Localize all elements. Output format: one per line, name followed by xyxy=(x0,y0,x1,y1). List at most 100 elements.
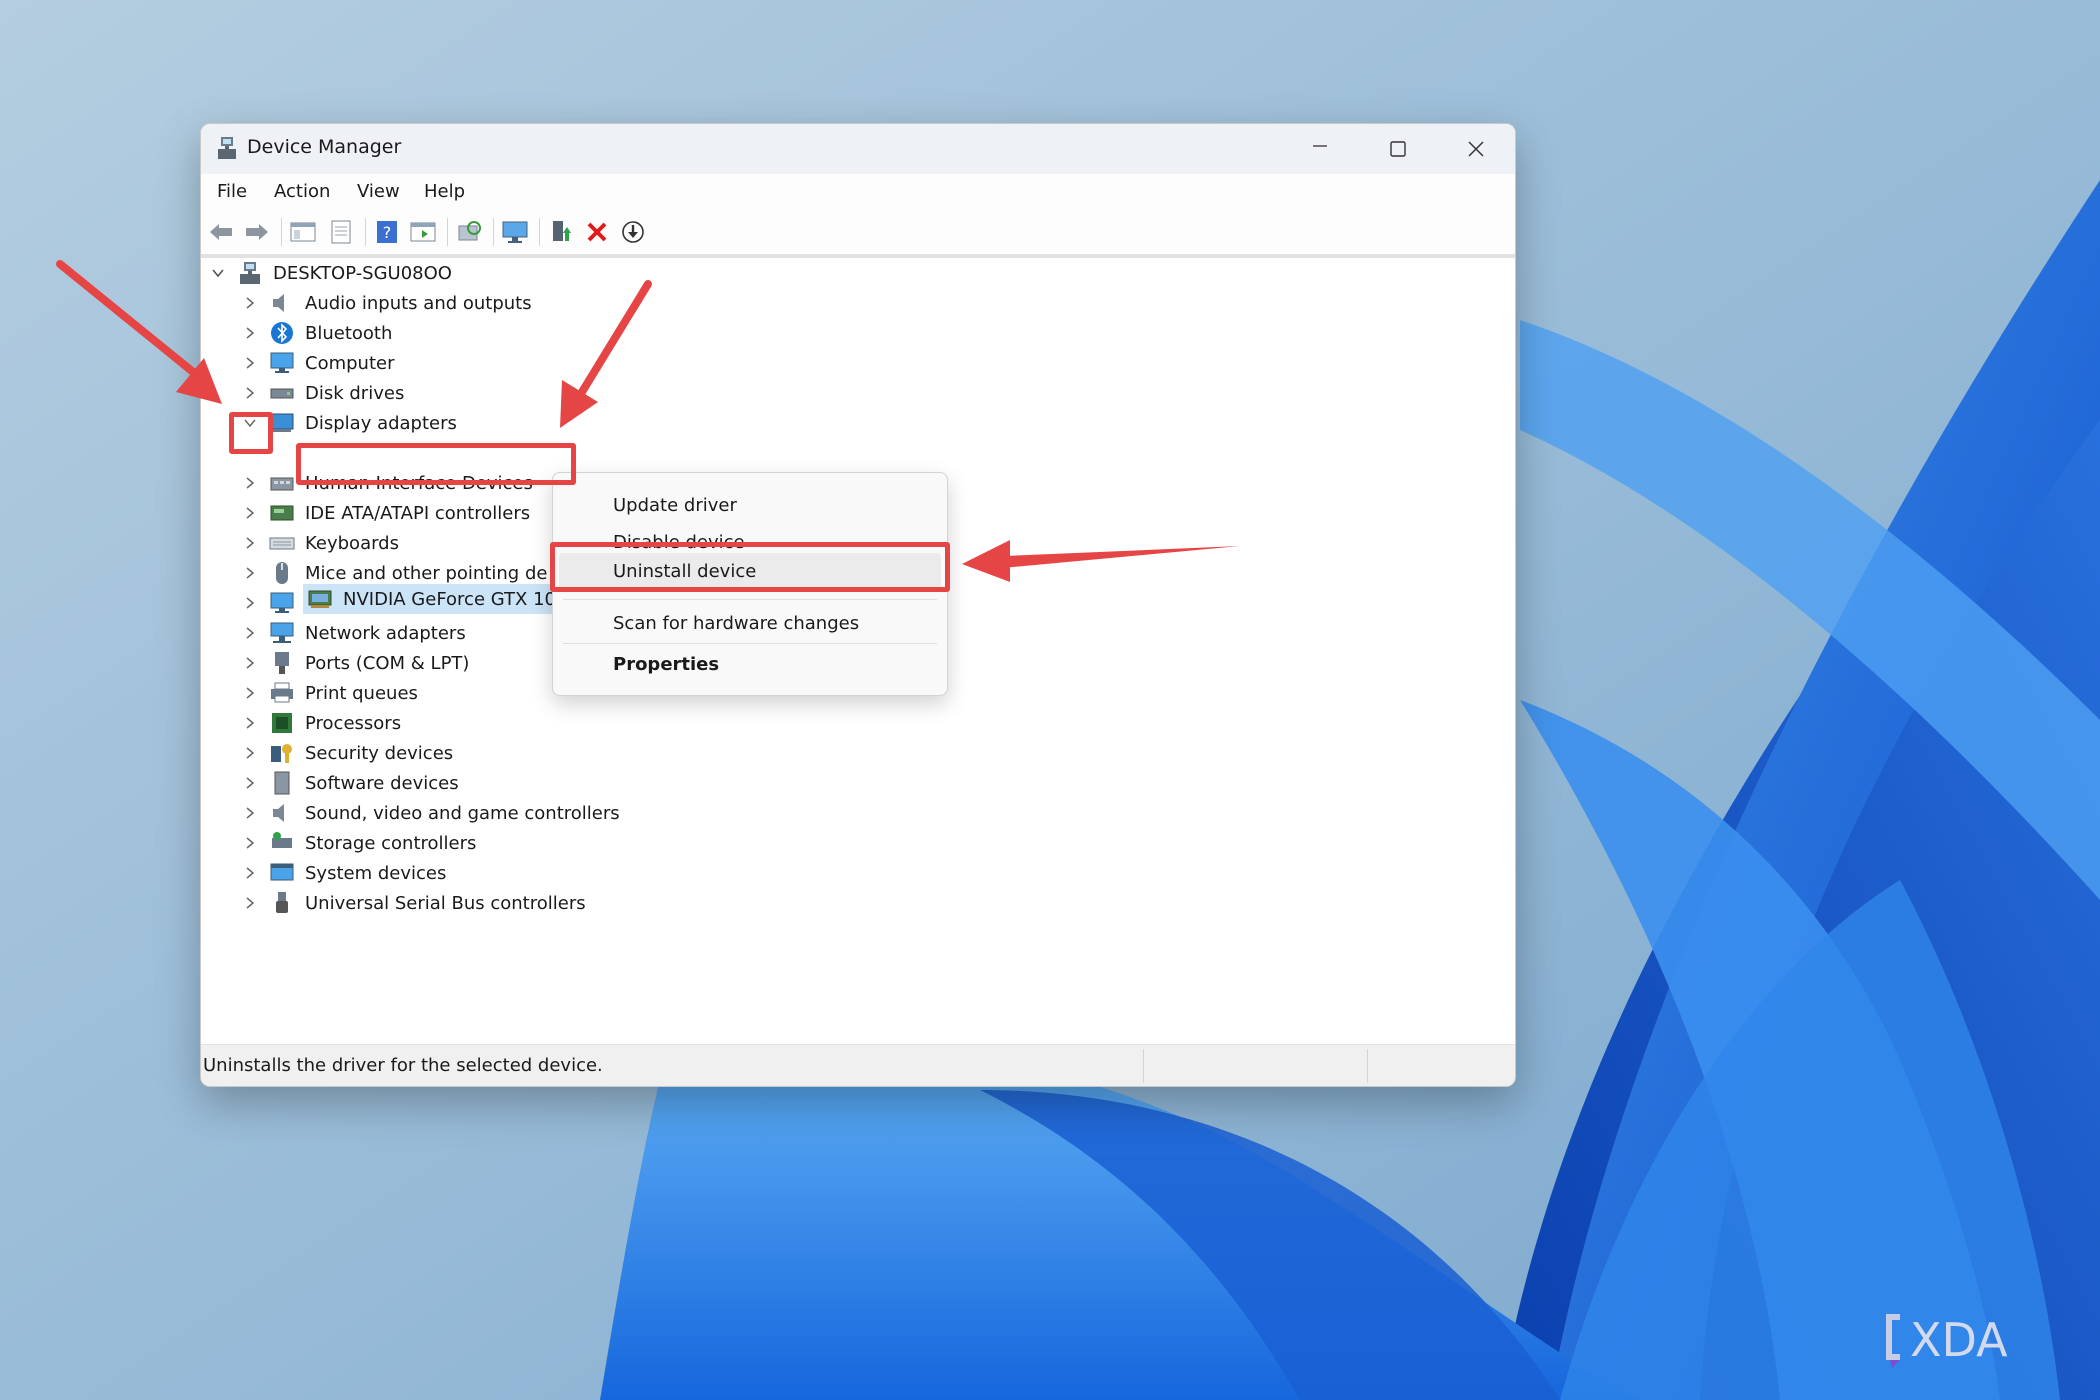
expand-chevron[interactable] xyxy=(241,378,259,408)
close-icon xyxy=(1468,141,1484,157)
menu-item-scan-hardware[interactable]: Scan for hardware changes xyxy=(613,613,859,634)
tree-category-row[interactable]: Security devices xyxy=(241,738,453,768)
tree-category-label: Ports (COM & LPT) xyxy=(305,652,470,674)
action-pane-button[interactable] xyxy=(409,219,437,245)
help-button[interactable]: ? xyxy=(373,219,401,245)
chevron-right-icon xyxy=(246,687,255,699)
tree-root-label: DESKTOP-SGU08OO xyxy=(273,262,452,284)
scan-hardware-button[interactable] xyxy=(455,219,483,245)
tree-category-label: IDE ATA/ATAPI controllers xyxy=(305,502,531,524)
tree-category-row[interactable]: Bluetooth xyxy=(241,318,392,348)
chevron-right-icon xyxy=(246,567,255,579)
expand-chevron[interactable] xyxy=(241,888,259,918)
status-divider xyxy=(1143,1049,1144,1083)
minimize-button[interactable] xyxy=(1281,124,1359,170)
tree-category-row[interactable]: Ports (COM & LPT) xyxy=(241,648,469,678)
tree-category-row[interactable]: Disk drives xyxy=(241,378,404,408)
tree-category-row[interactable]: Universal Serial Bus controllers xyxy=(241,888,586,918)
collapse-chevron[interactable] xyxy=(209,258,227,288)
expand-chevron[interactable] xyxy=(241,618,259,648)
menu-item-properties[interactable]: Properties xyxy=(613,654,719,675)
tree-category-row[interactable]: Computer xyxy=(241,348,394,378)
minimize-icon xyxy=(1313,145,1327,147)
close-button[interactable] xyxy=(1437,124,1515,174)
tree-category-row[interactable]: Processors xyxy=(241,708,401,738)
download-driver-icon xyxy=(622,221,644,243)
forward-button[interactable] xyxy=(243,219,271,245)
expand-chevron[interactable] xyxy=(241,468,259,498)
tree-category-row[interactable]: Audio inputs and outputs xyxy=(241,288,532,318)
tree-category-row[interactable]: System devices xyxy=(241,858,446,888)
xda-logo: XDA xyxy=(1886,1313,2008,1368)
properties-icon xyxy=(331,220,351,244)
toolbar: ? xyxy=(201,210,1515,258)
monitor-button[interactable] xyxy=(501,219,529,245)
maximize-button[interactable] xyxy=(1359,124,1437,174)
menu-file[interactable]: File xyxy=(217,181,247,202)
expand-chevron[interactable] xyxy=(241,318,259,348)
expand-chevron[interactable] xyxy=(241,288,259,318)
show-hide-console-tree-button[interactable] xyxy=(289,219,317,245)
chevron-right-icon xyxy=(246,537,255,549)
tree-category-row[interactable]: Storage controllers xyxy=(241,828,476,858)
menu-separator xyxy=(563,599,937,600)
device-manager-app-icon xyxy=(218,137,236,159)
expand-chevron[interactable] xyxy=(241,798,259,828)
chevron-right-icon xyxy=(246,597,255,609)
monitor-icon xyxy=(502,221,528,243)
toolbar-separator xyxy=(539,218,540,246)
help-icon: ? xyxy=(377,221,397,243)
selected-device-row[interactable]: NVIDIA GeForce GTX 1080 xyxy=(303,584,587,614)
update-driver-icon xyxy=(553,221,571,241)
chevron-right-icon xyxy=(246,897,255,909)
toolbar-separator xyxy=(365,218,366,246)
status-text: Uninstalls the driver for the selected d… xyxy=(203,1055,603,1076)
expand-chevron[interactable] xyxy=(241,858,259,888)
tree-category-label: Print queues xyxy=(305,682,418,704)
tree-category-label: System devices xyxy=(305,862,447,884)
keyboard-icon xyxy=(269,530,295,556)
download-driver-button[interactable] xyxy=(619,219,647,245)
chevron-right-icon xyxy=(246,747,255,759)
menu-help[interactable]: Help xyxy=(424,181,465,202)
expand-chevron[interactable] xyxy=(241,678,259,708)
tree-category-row[interactable]: Print queues xyxy=(241,678,418,708)
action-pane-icon xyxy=(410,222,436,242)
tree-root-row[interactable]: DESKTOP-SGU08OO xyxy=(209,258,452,288)
tree-category-row[interactable]: Network adapters xyxy=(241,618,466,648)
tree-category-row[interactable]: Keyboards xyxy=(241,528,399,558)
back-button[interactable] xyxy=(207,219,235,245)
tree-category-row[interactable]: Sound, video and game controllers xyxy=(241,798,620,828)
printer-icon xyxy=(269,680,295,706)
expand-chevron[interactable] xyxy=(241,708,259,738)
chevron-right-icon xyxy=(246,327,255,339)
uninstall-device-button[interactable] xyxy=(583,219,611,245)
expand-chevron[interactable] xyxy=(241,528,259,558)
chevron-right-icon xyxy=(246,477,255,489)
expand-chevron[interactable] xyxy=(241,768,259,798)
chevron-right-icon xyxy=(246,297,255,309)
tree-category-row[interactable]: IDE ATA/ATAPI controllers xyxy=(241,498,530,528)
tree-category-row[interactable]: Software devices xyxy=(241,768,459,798)
software-device-icon xyxy=(269,770,295,796)
tree-category-label: Mice and other pointing de xyxy=(305,562,548,584)
menu-view[interactable]: View xyxy=(357,181,400,202)
menu-item-update-driver[interactable]: Update driver xyxy=(613,495,737,516)
maximize-icon xyxy=(1390,141,1406,157)
expand-chevron[interactable] xyxy=(241,498,259,528)
status-divider xyxy=(1367,1049,1368,1083)
menu-action[interactable]: Action xyxy=(274,181,330,202)
expand-chevron[interactable] xyxy=(241,588,259,618)
processor-icon xyxy=(269,710,295,736)
expand-chevron[interactable] xyxy=(241,828,259,858)
expand-chevron[interactable] xyxy=(241,738,259,768)
expand-chevron[interactable] xyxy=(241,348,259,378)
properties-button[interactable] xyxy=(327,219,355,245)
update-driver-button[interactable] xyxy=(547,219,575,245)
chevron-highlight-box xyxy=(229,412,273,454)
expand-chevron[interactable] xyxy=(241,648,259,678)
chevron-right-icon xyxy=(246,837,255,849)
tree-category-row[interactable]: Display adapters xyxy=(241,408,457,438)
expand-chevron[interactable] xyxy=(241,558,259,588)
title-bar[interactable]: Device Manager xyxy=(201,124,1515,174)
